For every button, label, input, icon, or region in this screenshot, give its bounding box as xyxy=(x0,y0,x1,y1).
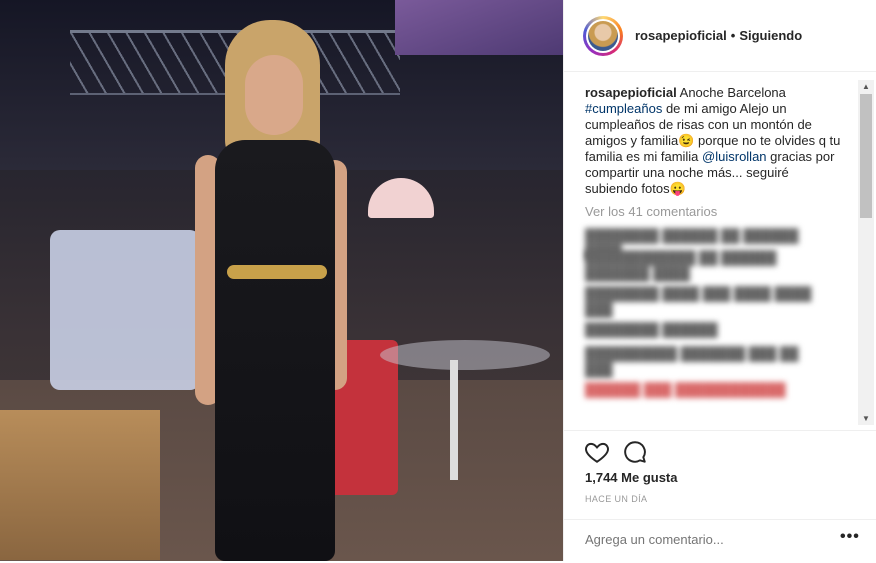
comments-area[interactable]: rosapepioficial Anoche Barcelona #cumple… xyxy=(564,72,876,430)
follow-status-button[interactable]: Siguiendo xyxy=(739,28,802,43)
blurred-comment: ████████████ ██ ██████ ███████ ████ xyxy=(585,250,777,281)
heart-icon[interactable] xyxy=(584,439,610,465)
post-photo xyxy=(0,0,563,561)
header-separator: • xyxy=(730,28,736,43)
black-dress xyxy=(215,140,335,561)
awning xyxy=(395,0,563,55)
header-username[interactable]: rosapepioficial xyxy=(635,28,727,43)
post-side-panel: rosapepioficial • Siguiendo rosapepiofic… xyxy=(563,0,876,561)
view-all-comments-link[interactable]: Ver los 41 comentarios xyxy=(585,204,717,219)
blurred-comment: ██████ ███ ████████████ xyxy=(585,382,786,397)
post-timestamp: HACE UN DÍA xyxy=(585,494,648,504)
gold-belt xyxy=(227,265,327,279)
caption-text-1: Anoche Barcelona xyxy=(679,85,786,100)
avatar-image xyxy=(588,20,618,51)
sofa xyxy=(50,230,200,390)
add-comment-bar: ••• xyxy=(564,519,876,563)
post-actions: 1,744 Me gusta HACE UN DÍA ••• xyxy=(564,430,876,562)
table-lamp xyxy=(368,178,434,218)
instagram-post-modal: rosapepioficial • Siguiendo rosapepiofic… xyxy=(0,0,876,561)
blurred-comment: ██████████ ███████ ███ ██ ███ xyxy=(585,346,799,377)
post-header: rosapepioficial • Siguiendo xyxy=(564,0,876,72)
table-leg xyxy=(450,360,458,480)
avatar[interactable] xyxy=(583,15,623,56)
blurred-comment: ████████ ████ ███ ████ ████ ███ xyxy=(585,286,812,317)
mention-link[interactable]: @luisrollan xyxy=(702,149,767,164)
blurred-comment: ████████ ██████ xyxy=(585,322,718,337)
woman-in-black-dress xyxy=(185,20,355,561)
face xyxy=(245,55,303,135)
more-options-icon[interactable]: ••• xyxy=(840,528,860,546)
wink-emoji-icon: 😉 xyxy=(678,133,695,148)
wooden-bench xyxy=(0,410,160,560)
add-comment-input[interactable] xyxy=(585,532,825,547)
post-caption: rosapepioficial Anoche Barcelona #cumple… xyxy=(585,85,843,197)
caption-username[interactable]: rosapepioficial xyxy=(585,85,677,100)
likes-count[interactable]: 1,744 Me gusta xyxy=(585,470,678,485)
glass-table xyxy=(380,340,550,370)
scroll-up-icon[interactable]: ▲ xyxy=(862,82,870,91)
scroll-down-icon[interactable]: ▼ xyxy=(862,414,870,423)
comment-icon[interactable] xyxy=(622,439,648,465)
hashtag-link[interactable]: #cumpleaños xyxy=(585,101,662,116)
comments-scrollbar[interactable]: ▲ ▼ xyxy=(858,80,874,425)
scroll-thumb[interactable] xyxy=(860,94,872,218)
tongue-emoji-icon: 😛 xyxy=(669,181,686,196)
